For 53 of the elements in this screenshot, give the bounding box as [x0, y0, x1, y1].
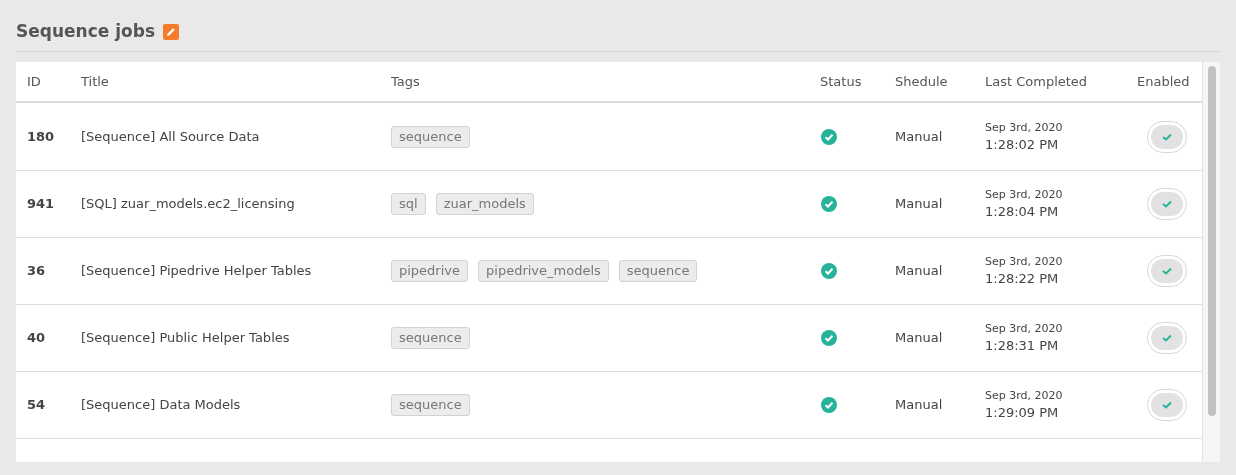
table-cell: [Sequence] Data Models: [81, 397, 241, 413]
check-icon: [1161, 333, 1173, 343]
time-text: 1:28:02 PM: [985, 135, 1059, 154]
check-icon: [1161, 266, 1173, 276]
scrollbar[interactable]: [1202, 62, 1220, 462]
time-text: 1:28:22 PM: [985, 270, 1059, 288]
table-cell: 180: [27, 128, 55, 144]
column-header[interactable]: Shedule: [895, 73, 948, 89]
column-header[interactable]: Title: [81, 73, 109, 89]
column-header[interactable]: ID: [27, 73, 41, 89]
enabled-toggle[interactable]: [1147, 389, 1187, 421]
table-cell: Manual: [895, 263, 943, 279]
tag[interactable]: sequence: [391, 394, 470, 416]
table-cell: [Sequence] Public Helper Tables: [81, 330, 290, 346]
table-cell: [Sequence] Pipedrive Helper Tables: [81, 263, 312, 279]
table-cell: Manual: [895, 397, 943, 413]
check-icon: [1161, 400, 1173, 410]
date-text: Sep 3rd, 2020: [985, 119, 1063, 135]
edit-icon[interactable]: [163, 24, 179, 40]
table-cell: Manual: [895, 330, 943, 346]
tag[interactable]: pipedrive_models: [478, 260, 609, 282]
time-text: 1:28:04 PM: [985, 203, 1059, 221]
tag[interactable]: pipedrive: [391, 260, 468, 282]
table-cell: 40: [27, 330, 46, 346]
tag[interactable]: sequence: [391, 125, 470, 148]
check-icon: [1161, 199, 1173, 209]
date-text: Sep 3rd, 2020: [985, 388, 1063, 403]
tag[interactable]: sequence: [618, 260, 698, 282]
tag[interactable]: sequence: [391, 327, 470, 349]
enabled-toggle[interactable]: [1147, 255, 1187, 287]
date-text: Sep 3rd, 2020: [985, 254, 1063, 269]
check-icon: [1161, 131, 1173, 142]
column-header[interactable]: Status: [820, 73, 862, 89]
tag[interactable]: sql: [391, 193, 426, 215]
column-header[interactable]: Last Completed: [985, 73, 1088, 89]
enabled-toggle[interactable]: [1147, 322, 1187, 354]
page-title: Sequence jobs: [16, 20, 155, 44]
column-header[interactable]: Tags: [391, 73, 420, 89]
time-text: 1:29:09 PM: [985, 404, 1059, 422]
time-text: 1:28:31 PM: [985, 337, 1059, 355]
enabled-toggle[interactable]: [1147, 120, 1187, 153]
tag[interactable]: zuar_models: [435, 193, 534, 215]
date-text: Sep 3rd, 2020: [985, 321, 1063, 336]
table-cell: [SQL] zuar_models.ec2_licensing: [81, 196, 295, 212]
date-text: Sep 3rd, 2020: [985, 187, 1063, 202]
enabled-toggle[interactable]: [1147, 188, 1187, 220]
table-cell: Manual: [895, 128, 943, 144]
table-cell: [Sequence] All Source Data: [81, 128, 260, 144]
table-cell: Manual: [895, 196, 943, 212]
column-header[interactable]: Enabled: [1137, 73, 1190, 89]
table-cell: 36: [27, 263, 46, 279]
table-cell: 54: [27, 397, 46, 413]
table-cell: 941: [27, 196, 55, 212]
